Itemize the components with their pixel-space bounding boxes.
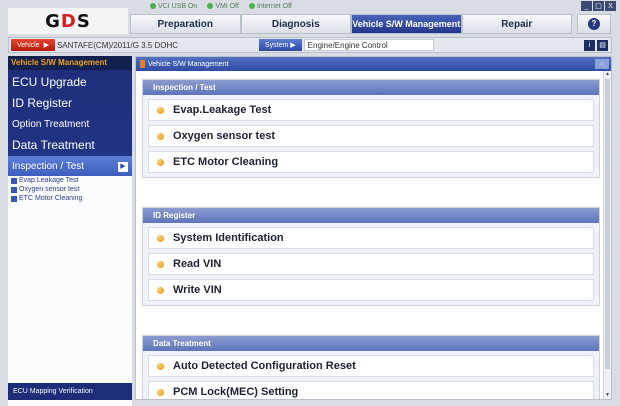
- main-scrollbar[interactable]: ▲ ▼: [603, 71, 611, 399]
- internet-status-icon: [248, 3, 255, 9]
- bullet-icon: [11, 195, 17, 202]
- sidebar-item-inspection-test[interactable]: Inspection / Test ▶: [8, 156, 132, 177]
- sidebar-header: Vehicle S/W Management: [8, 56, 132, 70]
- vmi-status-icon: [207, 3, 214, 9]
- item-etc-motor-cleaning[interactable]: ETC Motor Cleaning: [148, 151, 594, 173]
- chevron-right-icon: ▶: [43, 42, 49, 49]
- status-bar: VCI USB On VMI Off Internet Off: [150, 0, 570, 12]
- ecu-mapping-verification-link[interactable]: ECU Mapping Verification: [8, 383, 132, 400]
- bullet-icon: [11, 186, 17, 193]
- bullet-icon: [157, 132, 164, 140]
- item-evap-leakage-test[interactable]: Evap.Leakage Test: [148, 99, 594, 121]
- bullet-icon: [157, 106, 164, 114]
- sub-item-oxygen-sensor[interactable]: Oxygen sensor test: [8, 185, 132, 194]
- tab-vehicle-sw-management[interactable]: Vehicle S/W Management: [351, 14, 462, 34]
- sidebar: Vehicle S/W Management ECU Upgrade ID Re…: [8, 56, 132, 406]
- bullet-icon: [157, 286, 164, 294]
- scroll-up-icon[interactable]: ▲: [604, 71, 611, 78]
- app-window: VCI USB On VMI Off Internet Off _ □ X GD…: [0, 0, 620, 406]
- sidebar-subpanel: Evap.Leakage Test Oxygen sensor test ETC…: [8, 176, 132, 406]
- scrollbar-thumb[interactable]: [605, 79, 610, 369]
- sidebar-item-data-treatment[interactable]: Data Treatment: [8, 135, 132, 156]
- item-oxygen-sensor-test[interactable]: Oxygen sensor test: [148, 125, 594, 147]
- vehicle-bar: Vehicle ▶ SANTAFE(CM)/2011/G 3.5 DOHC Sys…: [8, 37, 612, 53]
- bullet-icon: [157, 260, 164, 268]
- vmi-status: VMI Off: [207, 3, 239, 10]
- system-name: Engine/Engine Control: [303, 39, 434, 51]
- close-button[interactable]: X: [605, 1, 616, 11]
- bullet-icon: [157, 158, 164, 166]
- chevron-right-icon: ▶: [118, 161, 128, 172]
- vci-status-icon: [150, 3, 156, 9]
- main-header: Vehicle S/W Management ⌂: [136, 57, 611, 71]
- section-inspection-test: Inspection / Test Evap.Leakage Test Oxyg…: [142, 79, 600, 178]
- item-auto-detected-config-reset[interactable]: Auto Detected Configuration Reset: [148, 355, 594, 377]
- vehicle-name: SANTAFE(CM)/2011/G 3.5 DOHC: [56, 40, 179, 50]
- section-data-treatment: Data Treatment Auto Detected Configurati…: [142, 335, 600, 399]
- section-title: Inspection / Test: [143, 80, 599, 95]
- sidebar-nav: ECU Upgrade ID Register Option Treatment…: [8, 70, 132, 179]
- bullet-icon: [157, 388, 164, 396]
- section-title: Data Treatment: [143, 336, 599, 351]
- window-controls: _ □ X: [581, 1, 616, 11]
- item-read-vin[interactable]: Read VIN: [148, 253, 594, 275]
- help-icon: ?: [588, 18, 600, 30]
- sub-item-etc-motor[interactable]: ETC Motor Cleaning: [8, 194, 132, 203]
- maximize-button[interactable]: □: [593, 1, 604, 11]
- help-button[interactable]: ?: [577, 14, 611, 34]
- item-write-vin[interactable]: Write VIN: [148, 279, 594, 301]
- vehicle-bar-actions: i ▤: [584, 39, 611, 51]
- vci-status: VCI USB On: [150, 3, 197, 10]
- internet-status: Internet Off: [248, 3, 292, 10]
- pin-icon[interactable]: ⌂: [595, 59, 609, 69]
- top-navigation: Preparation Diagnosis Vehicle S/W Manage…: [130, 14, 572, 34]
- item-system-identification[interactable]: System Identification: [148, 227, 594, 249]
- vehicle-select-button[interactable]: Vehicle ▶: [11, 39, 55, 51]
- item-pcm-lock-setting[interactable]: PCM Lock(MEC) Setting: [148, 381, 594, 399]
- main-title: Vehicle S/W Management: [148, 60, 229, 68]
- tab-diagnosis[interactable]: Diagnosis: [240, 14, 351, 34]
- sidebar-item-ecu-upgrade[interactable]: ECU Upgrade: [8, 72, 132, 93]
- section-id-register: ID Register System Identification Read V…: [142, 207, 600, 306]
- gds-logo: GDS: [8, 8, 128, 34]
- system-select-button[interactable]: System ▶: [258, 39, 302, 51]
- sub-item-evap-leakage[interactable]: Evap.Leakage Test: [8, 176, 132, 185]
- header-marker-icon: [140, 60, 145, 68]
- bullet-icon: [157, 362, 164, 370]
- print-icon[interactable]: ▤: [597, 39, 608, 51]
- tab-preparation[interactable]: Preparation: [130, 14, 241, 34]
- chevron-right-icon: ▶: [290, 42, 296, 49]
- sidebar-item-option-treatment[interactable]: Option Treatment: [8, 114, 132, 135]
- section-title: ID Register: [143, 208, 599, 223]
- minimize-button[interactable]: _: [581, 1, 592, 11]
- bullet-icon: [157, 234, 164, 242]
- scroll-down-icon[interactable]: ▼: [604, 392, 611, 399]
- info-icon[interactable]: i: [584, 39, 595, 51]
- sidebar-item-id-register[interactable]: ID Register: [8, 93, 132, 114]
- bullet-icon: [11, 177, 17, 184]
- tab-repair[interactable]: Repair: [461, 14, 572, 34]
- main-panel: Vehicle S/W Management ⌂ Inspection / Te…: [135, 56, 612, 400]
